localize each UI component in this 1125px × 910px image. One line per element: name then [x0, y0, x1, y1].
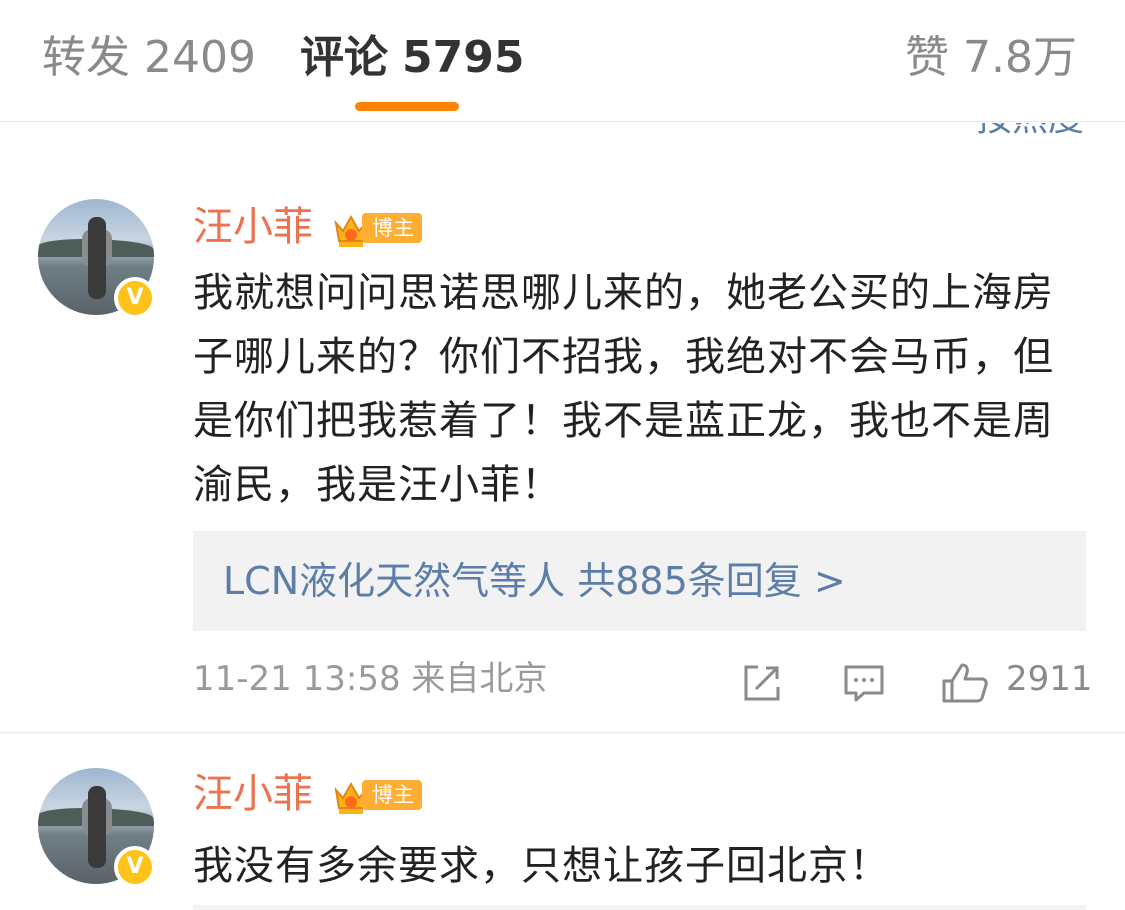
active-tab-indicator [355, 102, 459, 111]
comment-item: V 汪小菲 博主 我就想问问思诺思哪儿来的，她老公买的上海房子哪儿来的？你们不招… [0, 195, 1125, 733]
sort-control[interactable]: 按热度 [900, 123, 1100, 143]
like-count: 2911 [1006, 659, 1093, 699]
tab-likes-label: 赞 [905, 32, 950, 83]
comment-item: V 汪小菲 博主 我没有多余要求，只想让孩子回北京！ [0, 760, 1125, 910]
author-badge: 博主 [362, 780, 422, 810]
author-badge: 博主 [362, 213, 422, 243]
comment-text: 我没有多余要求，只想让孩子回北京！ [193, 843, 890, 889]
like-icon[interactable] [940, 661, 990, 705]
sort-label: 按热度 [976, 123, 1084, 139]
replies-summary[interactable]: LCN液化天然气等人 共885条回复 > [193, 531, 1086, 631]
comment-icon[interactable] [842, 661, 886, 705]
comment-source: 来自北京 [411, 659, 548, 699]
repost-icon[interactable] [740, 661, 784, 705]
verified-icon: V [114, 846, 156, 888]
tab-repost[interactable]: 转发 2409 [42, 30, 256, 86]
tab-repost-label: 转发 [42, 32, 130, 83]
tab-repost-count: 2409 [144, 32, 256, 83]
comment-meta: 11-21 13:58 来自北京 [193, 657, 547, 701]
tab-likes-count: 7.8万 [963, 32, 1077, 83]
replies-summary-edge [193, 905, 1086, 910]
tab-comments-count: 5795 [402, 32, 525, 83]
tab-likes[interactable]: 赞 7.8万 [905, 30, 1077, 86]
tab-comments-label: 评论 [300, 32, 388, 83]
replies-summary-text: LCN液化天然气等人 共885条回复 > [223, 559, 846, 603]
username[interactable]: 汪小菲 [193, 770, 313, 818]
tab-bar: 转发 2409 评论 5795 赞 7.8万 [0, 0, 1125, 122]
verified-icon: V [114, 277, 156, 319]
comment-text: 我就想问问思诺思哪儿来的，她老公买的上海房子哪儿来的？你们不招我，我绝对不会马币… [193, 270, 1054, 508]
username[interactable]: 汪小菲 [193, 203, 313, 251]
comment-time: 11-21 13:58 [193, 659, 401, 699]
tab-comments[interactable]: 评论 5795 [300, 30, 524, 86]
